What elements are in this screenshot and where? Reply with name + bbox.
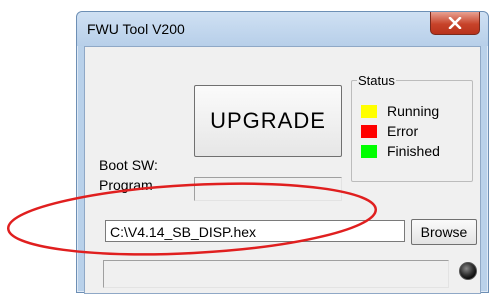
error-label: Error bbox=[387, 123, 419, 139]
upgrade-button[interactable]: UPGRADE bbox=[194, 85, 342, 157]
progress-bar bbox=[103, 260, 449, 288]
program-readout bbox=[194, 177, 342, 201]
window-title: FWU Tool V200 bbox=[87, 21, 185, 37]
title-bar[interactable]: FWU Tool V200 bbox=[77, 12, 488, 46]
running-swatch bbox=[361, 104, 377, 118]
status-row-error: Error bbox=[361, 123, 418, 139]
file-path-field[interactable]: C:\V4.14_SB_DISP.hex bbox=[105, 220, 405, 242]
close-icon bbox=[448, 17, 462, 29]
status-groupbox: Status Running Error Finished bbox=[351, 73, 473, 182]
status-led-icon bbox=[459, 262, 477, 280]
finished-label: Finished bbox=[387, 143, 440, 159]
browse-button[interactable]: Browse bbox=[411, 219, 477, 245]
status-legend: Status bbox=[357, 73, 396, 88]
client-area: UPGRADE Status Running Error Finished Bo… bbox=[84, 46, 481, 294]
error-swatch bbox=[361, 124, 377, 138]
close-button[interactable] bbox=[430, 12, 480, 35]
status-row-running: Running bbox=[361, 103, 439, 119]
status-row-finished: Finished bbox=[361, 143, 440, 159]
boot-sw-label: Boot SW: bbox=[99, 157, 158, 173]
fwu-tool-window: FWU Tool V200 UPGRADE Status Running Err… bbox=[76, 11, 489, 294]
finished-swatch bbox=[361, 144, 377, 158]
program-label: Program bbox=[99, 177, 153, 193]
running-label: Running bbox=[387, 103, 440, 119]
